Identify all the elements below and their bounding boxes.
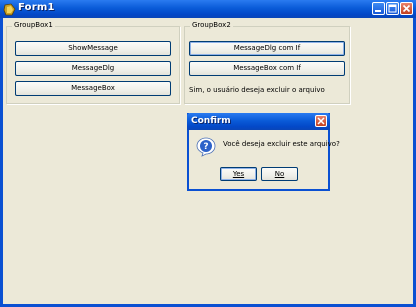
minimize-icon <box>375 10 381 12</box>
confirm-dialog-titlebar[interactable]: Confirm <box>187 113 330 130</box>
close-icon <box>317 117 325 125</box>
messagedlg-button[interactable]: MessageDlg <box>15 61 171 76</box>
question-icon: ? <box>196 137 216 157</box>
yes-button[interactable]: Yes <box>220 167 257 181</box>
messagebox-button[interactable]: MessageBox <box>15 81 171 96</box>
maximize-button[interactable] <box>386 2 399 15</box>
yes-button-label: Yes <box>232 170 245 178</box>
close-button[interactable] <box>400 2 413 15</box>
no-button[interactable]: No <box>261 167 298 181</box>
main-window: Form1 GroupBox1 ShowMessage MessageDlg M… <box>0 0 416 307</box>
dialog-message: Você deseja excluir este arquivo? <box>223 140 340 148</box>
confirm-dialog-title: Confirm <box>191 116 231 126</box>
window-title: Form1 <box>18 2 55 13</box>
close-icon <box>402 4 411 13</box>
delphi-app-icon <box>3 2 17 16</box>
messagebox-com-if-button[interactable]: MessageBox com If <box>189 61 345 76</box>
groupbox1-label: GroupBox1 <box>12 21 55 29</box>
groupbox2-label: GroupBox2 <box>190 21 233 29</box>
svg-text:?: ? <box>203 142 208 152</box>
maximize-icon <box>388 4 397 13</box>
messagedlg-com-if-button[interactable]: MessageDlg com If <box>189 41 345 56</box>
minimize-button[interactable] <box>372 2 385 15</box>
title-bar[interactable]: Form1 <box>0 0 416 18</box>
dialog-close-button[interactable] <box>315 115 327 127</box>
showmessage-button[interactable]: ShowMessage <box>15 41 171 56</box>
result-label: Sim, o usuário deseja excluir o arquivo <box>189 86 325 94</box>
no-button-label: No <box>274 170 285 178</box>
